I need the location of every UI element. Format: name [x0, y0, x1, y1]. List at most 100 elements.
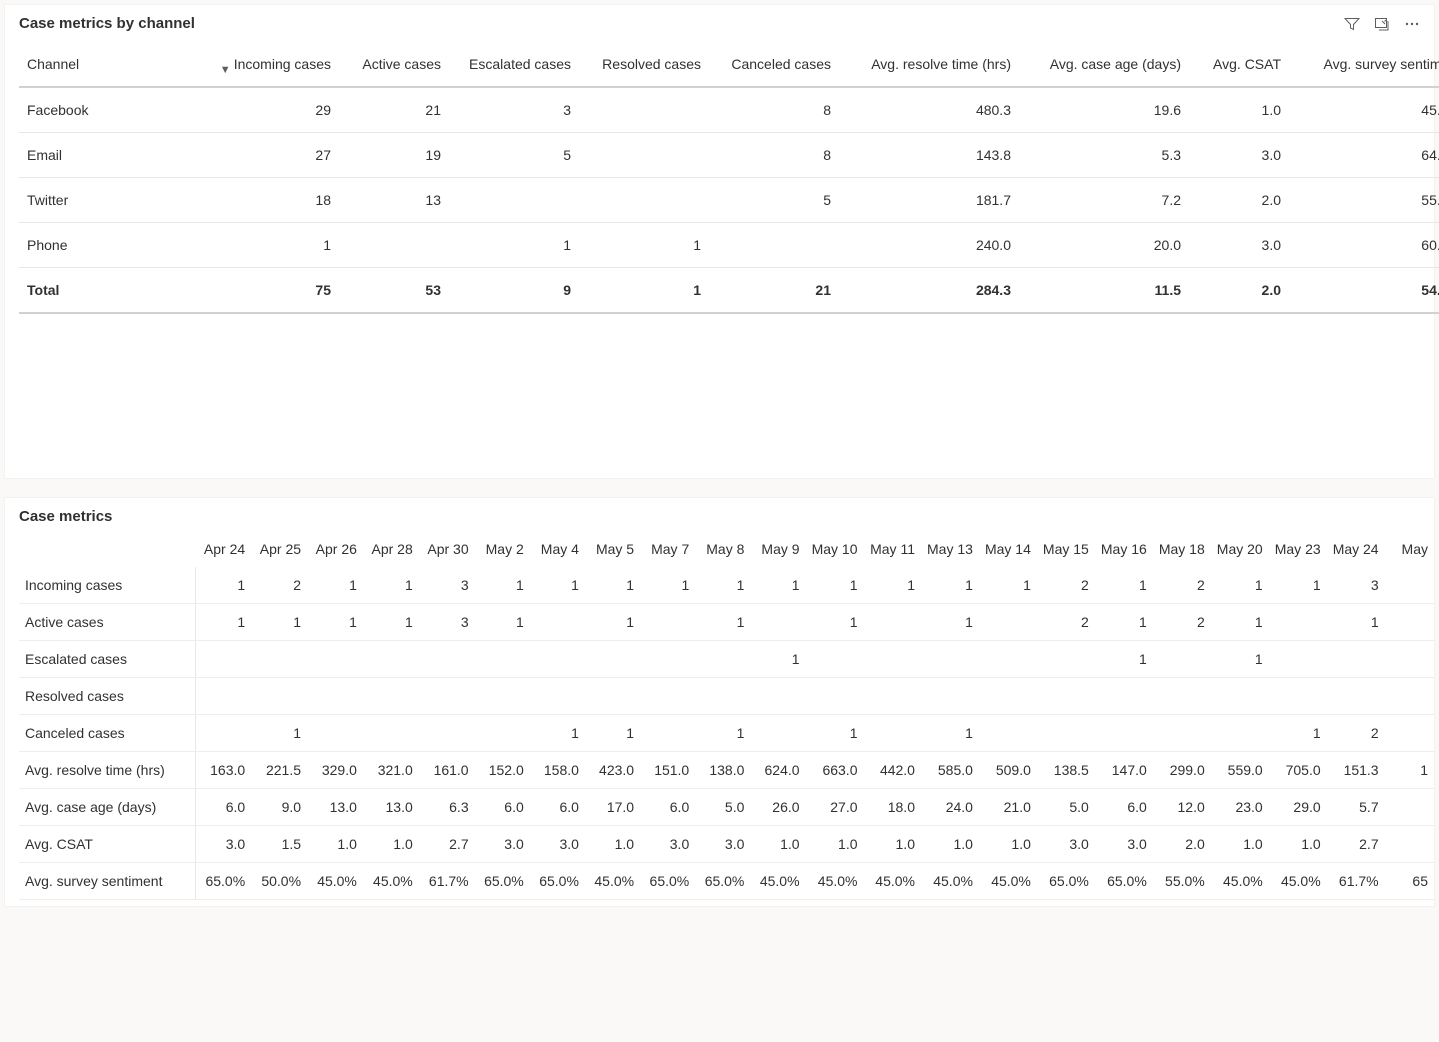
table-cell: 13 [339, 178, 449, 223]
table-row[interactable]: Escalated cases111 [19, 641, 1434, 678]
table-cell: 1 [251, 715, 307, 752]
column-header-date[interactable]: Apr 26 [307, 531, 363, 567]
column-header-date[interactable]: May 16 [1095, 531, 1153, 567]
table-cell: 1 [530, 715, 585, 752]
table-cell [1211, 715, 1269, 752]
table-row[interactable]: Twitter18135181.77.22.055.0% [19, 178, 1439, 223]
column-header-date[interactable]: Apr 24 [195, 531, 251, 567]
table-cell: 13.0 [307, 789, 363, 826]
table-cell [195, 641, 251, 678]
column-header-date[interactable]: May 10 [806, 531, 864, 567]
filter-icon[interactable] [1344, 16, 1360, 32]
table-cell [921, 641, 979, 678]
column-header[interactable]: Resolved cases [579, 42, 709, 87]
table-cell: 3.0 [1037, 826, 1095, 863]
table-row[interactable]: Resolved cases [19, 678, 1434, 715]
table-cell: 1 [695, 604, 750, 641]
table-cell: 2 [1153, 567, 1211, 604]
column-header[interactable]: Avg. CSAT [1189, 42, 1289, 87]
table-cell: 65 [1385, 863, 1434, 900]
column-header[interactable]: Canceled cases [709, 42, 839, 87]
column-header-date[interactable]: May 23 [1269, 531, 1327, 567]
table-row[interactable]: Avg. resolve time (hrs)163.0221.5329.032… [19, 752, 1434, 789]
column-header-date[interactable]: May 7 [640, 531, 695, 567]
column-header-date[interactable]: May 15 [1037, 531, 1095, 567]
table-cell: 240.0 [839, 223, 1019, 268]
table-row[interactable]: Incoming cases121131111111111212113 [19, 567, 1434, 604]
column-header-date[interactable]: May 13 [921, 531, 979, 567]
table-cell [1095, 715, 1153, 752]
table-cell: 20.0 [1019, 223, 1189, 268]
table-cell: 1 [363, 604, 419, 641]
table-cell: 423.0 [585, 752, 640, 789]
table-cell: 45.0% [307, 863, 363, 900]
table-row[interactable]: Active cases111131111121211 [19, 604, 1434, 641]
table-row[interactable]: Avg. case age (days)6.09.013.013.06.36.0… [19, 789, 1434, 826]
table-cell [1385, 641, 1434, 678]
table-cell [864, 715, 921, 752]
table-cell [579, 178, 709, 223]
column-header-date[interactable]: Apr 25 [251, 531, 307, 567]
table-cell: 6.0 [530, 789, 585, 826]
table-cell: 21 [339, 87, 449, 133]
column-header-date[interactable]: May 18 [1153, 531, 1211, 567]
table-cell: 3 [1327, 567, 1385, 604]
table-cell: 1.0 [1269, 826, 1327, 863]
table-cell: 1 [921, 567, 979, 604]
table-row[interactable]: Avg. survey sentiment65.0%50.0%45.0%45.0… [19, 863, 1434, 900]
table-cell: 329.0 [307, 752, 363, 789]
table-cell [979, 641, 1037, 678]
table-cell [864, 641, 921, 678]
column-header-date[interactable]: Apr 30 [419, 531, 475, 567]
table-row[interactable]: Avg. CSAT3.01.51.01.02.73.03.01.03.03.01… [19, 826, 1434, 863]
table-row[interactable]: Facebook292138480.319.61.045.0% [19, 87, 1439, 133]
column-header[interactable]: ▼Incoming cases [209, 42, 339, 87]
column-header-date[interactable]: May 5 [585, 531, 640, 567]
table-cell: 26.0 [750, 789, 805, 826]
column-header-date[interactable]: May 24 [1327, 531, 1385, 567]
column-header[interactable]: Avg. resolve time (hrs) [839, 42, 1019, 87]
column-header-date[interactable]: May 14 [979, 531, 1037, 567]
table-cell: 1 [806, 715, 864, 752]
more-options-icon[interactable] [1404, 16, 1420, 32]
column-header[interactable]: Channel [19, 42, 209, 87]
table-cell: 65.0% [695, 863, 750, 900]
column-header-date[interactable]: May 8 [695, 531, 750, 567]
panel-header: Case metrics [5, 498, 1434, 531]
table-cell: 221.5 [251, 752, 307, 789]
column-header-date[interactable]: Apr 28 [363, 531, 419, 567]
table-row[interactable]: Email271958143.85.33.064.7% [19, 133, 1439, 178]
column-header-date[interactable]: May 20 [1211, 531, 1269, 567]
column-header[interactable]: Avg. survey sentiment [1289, 42, 1439, 87]
column-header-date[interactable]: May 4 [530, 531, 585, 567]
table-cell: 55.0% [1289, 178, 1439, 223]
table-cell: 45.0% [1269, 863, 1327, 900]
column-header-blank [19, 531, 195, 567]
table-cell: 9.0 [251, 789, 307, 826]
table-cell: 17.0 [585, 789, 640, 826]
column-header-date[interactable]: May 11 [864, 531, 921, 567]
column-header[interactable]: Avg. case age (days) [1019, 42, 1189, 87]
table-cell: 75 [209, 268, 339, 314]
table-row[interactable]: Phone111240.020.03.060.0% [19, 223, 1439, 268]
table-cell: 18.0 [864, 789, 921, 826]
table-cell: 3.0 [1189, 133, 1289, 178]
table-cell [307, 678, 363, 715]
table-cell [1037, 678, 1095, 715]
column-header[interactable]: Active cases [339, 42, 449, 87]
table-cell: 3 [419, 567, 475, 604]
table-cell: 9 [449, 268, 579, 314]
table-cell: 1 [750, 641, 805, 678]
focus-mode-icon[interactable] [1374, 16, 1390, 32]
table-cell: 6.0 [195, 789, 251, 826]
column-header[interactable]: Escalated cases [449, 42, 579, 87]
column-header-date[interactable]: May [1385, 531, 1434, 567]
table-cell [1385, 678, 1434, 715]
table-cell: 2 [251, 567, 307, 604]
column-header-date[interactable]: May 2 [475, 531, 530, 567]
date-metrics-table-wrap: Apr 24Apr 25Apr 26Apr 28Apr 30May 2May 4… [5, 531, 1434, 906]
column-header-date[interactable]: May 9 [750, 531, 805, 567]
table-cell [1385, 604, 1434, 641]
table-row[interactable]: Canceled cases11111112 [19, 715, 1434, 752]
table-cell: 8 [709, 133, 839, 178]
